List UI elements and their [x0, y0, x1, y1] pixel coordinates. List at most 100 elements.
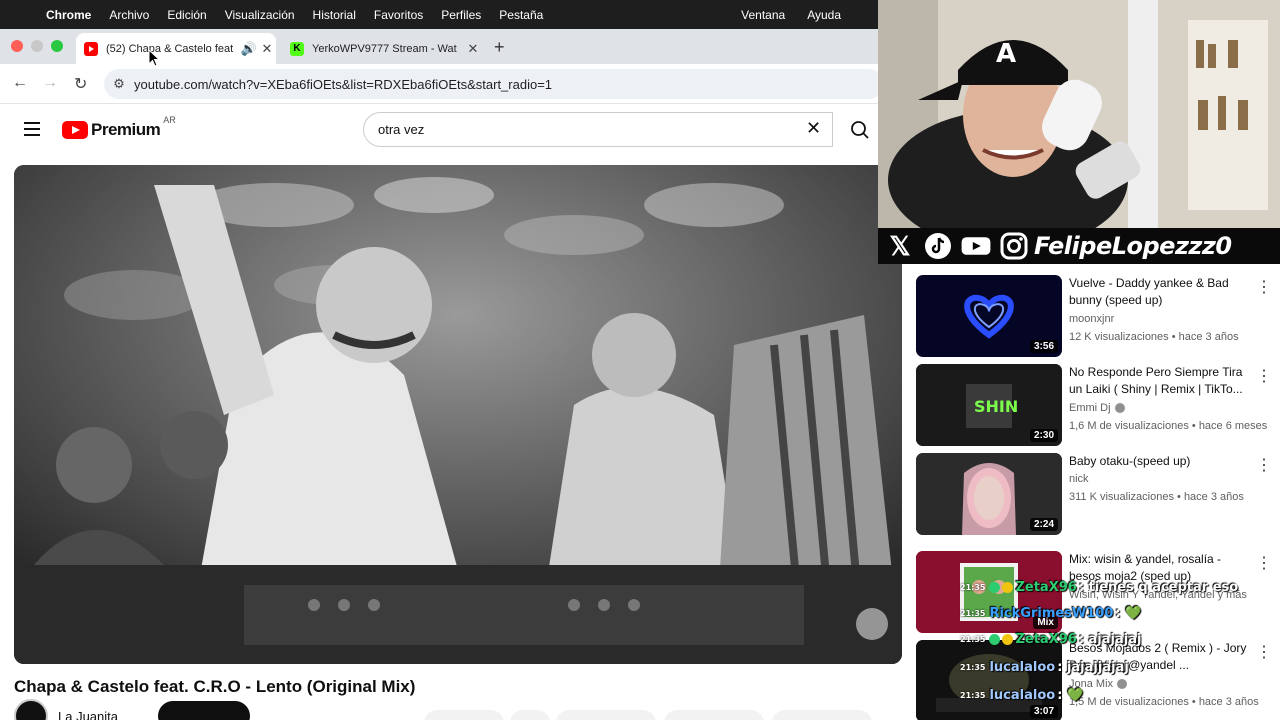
menu-historial[interactable]: Historial — [304, 8, 365, 22]
streamer-webcam: A — [878, 0, 1280, 228]
country-code: AR — [163, 115, 176, 125]
menu-pestana[interactable]: Pestaña — [490, 8, 552, 22]
chat-text: : 💚 — [1057, 688, 1084, 703]
download-button[interactable] — [664, 710, 764, 720]
menu-icon[interactable] — [24, 122, 40, 136]
badge-icon — [989, 634, 1001, 645]
search-icon — [851, 120, 869, 139]
window-zoom-button[interactable] — [51, 40, 63, 52]
logo-text: Premium — [91, 120, 161, 139]
menu-perfiles[interactable]: Perfiles — [432, 8, 490, 22]
recommendation-item[interactable]: SHIN 2:30 No Responde Pero Siempre Tira … — [916, 364, 1276, 446]
window-close-button[interactable] — [11, 40, 23, 52]
recommendation-meta: 1,6 M de visualizaciones • hace 6 meses — [1069, 420, 1268, 432]
search-input[interactable]: otra vez — [363, 112, 833, 147]
video-thumbnail[interactable]: 2:24 — [916, 453, 1062, 535]
menu-archivo[interactable]: Archivo — [100, 8, 158, 22]
menu-edicion[interactable]: Edición — [158, 8, 215, 22]
view-count: 311 K visualizaciones — [1069, 491, 1174, 503]
chat-text: : jajajjajaj — [1057, 660, 1129, 675]
streamer-handle: FelipeLopezzz0 — [1034, 232, 1232, 260]
save-button[interactable] — [772, 710, 872, 720]
view-count: 12 K visualizaciones — [1069, 331, 1169, 343]
svg-text:A: A — [996, 39, 1016, 69]
chat-username: lucalaloo — [989, 688, 1056, 703]
address-bar[interactable]: ⚙ youtube.com/watch?v=XEba6fiOEts&list=R… — [104, 69, 884, 99]
forward-icon[interactable]: → — [42, 74, 58, 92]
tab-kick[interactable]: K YerkoWPV9777 Stream - Wat ✕ — [282, 33, 482, 64]
badge-icon — [1002, 634, 1014, 645]
recommendation-title[interactable]: Vuelve - Daddy yankee & Bad bunny (speed… — [1069, 275, 1249, 309]
recommendation-channel[interactable]: moonxjnr — [1069, 313, 1114, 325]
recommendation-meta: 311 K visualizaciones • hace 3 años — [1069, 491, 1244, 503]
stream-chat-overlay: 21:35 ZetaX96 : tienes q aceptar eso 21:… — [960, 578, 1280, 720]
chat-message: 21:35 lucalaloo : 💚 — [960, 688, 1083, 703]
chat-message: 21:35 ZetaX96 : tienes q aceptar eso — [960, 580, 1238, 595]
back-icon[interactable]: ← — [12, 74, 28, 92]
chat-time: 21:35 — [960, 663, 986, 672]
youtube-header: Premium AR otra vez ✕ — [0, 105, 905, 157]
verified-icon — [1114, 403, 1125, 414]
reload-icon[interactable]: ↻ — [74, 74, 87, 94]
webcam-frame: A — [878, 0, 1280, 228]
new-tab-button[interactable]: + — [494, 37, 505, 58]
more-options-icon[interactable]: ⋮ — [1256, 455, 1272, 475]
share-button[interactable] — [556, 710, 656, 720]
channel-name[interactable]: La Juanita — [58, 709, 118, 720]
chat-message: 21:35 lucalaloo : jajajjajaj — [960, 660, 1129, 675]
recommendation-channel[interactable]: nick — [1069, 473, 1089, 485]
like-button[interactable] — [424, 710, 504, 720]
more-options-icon[interactable]: ⋮ — [1256, 366, 1272, 386]
social-banner: 𝕏 FelipeLopezzz0 — [878, 228, 1280, 264]
recommendation-title[interactable]: No Responde Pero Siempre Tira un Laiki (… — [1069, 364, 1249, 398]
video-title: Chapa & Castelo feat. C.R.O - Lento (Ori… — [14, 677, 416, 696]
more-options-icon[interactable]: ⋮ — [1256, 553, 1272, 573]
duration-badge: 2:30 — [1029, 429, 1058, 442]
recommendation-item[interactable]: 3:56 Vuelve - Daddy yankee & Bad bunny (… — [916, 275, 1276, 357]
chat-username: ZetaX96 — [1015, 632, 1077, 647]
menu-ventana[interactable]: Ventana — [732, 8, 794, 22]
app-menu-chrome[interactable]: Chrome — [46, 8, 100, 22]
youtube-icon — [960, 232, 992, 260]
tab-title: (52) Chapa & Castelo feat — [106, 42, 234, 55]
recommendation-item[interactable]: 2:24 Baby otaku-(speed up) nick 311 K vi… — [916, 453, 1276, 535]
x-icon: 𝕏 — [889, 230, 911, 261]
chat-time: 21:35 — [960, 691, 986, 700]
badge-icon — [989, 582, 1001, 593]
clear-search-icon[interactable]: ✕ — [806, 118, 821, 139]
chat-text: : tienes q aceptar eso — [1078, 580, 1239, 595]
channel-row: La Juanita — [14, 699, 250, 720]
upload-age: hace 6 meses — [1198, 420, 1268, 432]
channel-watermark-icon[interactable] — [856, 608, 888, 640]
tab-close-icon[interactable]: ✕ — [464, 41, 482, 57]
youtube-premium-logo[interactable]: Premium AR — [62, 115, 176, 140]
video-player[interactable] — [14, 165, 902, 664]
chat-text: : ajajajaj — [1078, 632, 1142, 647]
site-info-icon[interactable]: ⚙ — [104, 76, 134, 92]
upload-age: hace 3 años — [1178, 331, 1239, 343]
tab-youtube[interactable]: (52) Chapa & Castelo feat 🔊 ✕ — [76, 33, 276, 64]
menu-visualizacion[interactable]: Visualización — [216, 8, 304, 22]
menu-ayuda[interactable]: Ayuda — [798, 8, 850, 22]
more-options-icon[interactable]: ⋮ — [1256, 277, 1272, 297]
window-minimize-button[interactable] — [31, 40, 43, 52]
menu-favoritos[interactable]: Favoritos — [365, 8, 432, 22]
duration-badge: 2:24 — [1029, 518, 1058, 531]
chat-text: : 💚 — [1115, 606, 1142, 621]
tab-close-icon[interactable]: ✕ — [258, 41, 276, 57]
subscribe-button[interactable] — [158, 701, 250, 720]
video-thumbnail[interactable]: SHIN 2:30 — [916, 364, 1062, 446]
recommendation-title[interactable]: Baby otaku-(speed up) — [1069, 453, 1249, 470]
tiktok-icon — [922, 232, 954, 260]
speaker-icon[interactable]: 🔊 — [240, 41, 258, 57]
chat-username: lucalaloo — [989, 660, 1056, 675]
browser-tab-strip: (52) Chapa & Castelo feat 🔊 ✕ K YerkoWPV… — [0, 29, 878, 64]
kick-icon: K — [290, 41, 304, 56]
video-thumbnail[interactable]: 3:56 — [916, 275, 1062, 357]
dislike-button[interactable] — [510, 710, 550, 720]
recommendation-channel[interactable]: Emmi Dj — [1069, 402, 1125, 414]
youtube-play-icon — [62, 121, 88, 139]
channel-avatar[interactable] — [14, 699, 48, 720]
url-text: youtube.com/watch?v=XEba6fiOEts&list=RDX… — [134, 76, 553, 92]
search-button[interactable] — [840, 112, 880, 147]
